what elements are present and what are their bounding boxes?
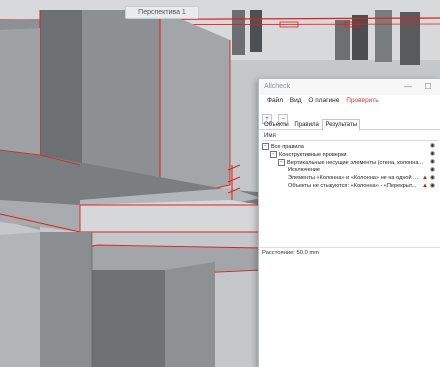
tree-item-group[interactable]: − Конструктивные проверки ◉ <box>270 151 438 158</box>
menu-bar: Файл Вид О плагине Проверить <box>259 95 440 107</box>
tab-strip: Объекты Правила Результаты <box>259 119 440 131</box>
tab-rules[interactable]: Правила <box>292 120 320 130</box>
tab-results[interactable]: Результаты <box>322 119 361 131</box>
tree-item-exclusion[interactable]: Исключение ◉ <box>288 167 438 174</box>
menu-about-plugin[interactable]: О плагине <box>308 97 339 104</box>
distance-status: Расстояние: 50.0 mm <box>259 247 440 258</box>
tree-item-result-1[interactable]: Элементы «Колонна» и «Колонна» не на одн… <box>288 175 438 182</box>
allcheck-window[interactable]: Allcheck — ☐ Файл Вид О плагине Проверит… <box>258 78 440 367</box>
tree-item-result-2[interactable]: Объекты не стыкуются: «Колонна» - «Перек… <box>288 183 438 190</box>
toolbar: + – <box>259 107 440 124</box>
minimize-button[interactable]: — <box>399 79 417 95</box>
eye-icon[interactable]: ◉ <box>429 167 436 174</box>
eye-icon[interactable]: ◉ <box>429 143 436 150</box>
maximize-button[interactable]: ☐ <box>419 79 437 95</box>
tab-objects[interactable]: Объекты <box>262 120 291 130</box>
menu-check[interactable]: Проверить <box>346 97 379 104</box>
menu-file[interactable]: Файл <box>267 97 283 104</box>
viewport-tab-caption[interactable]: Перспектива 1 <box>125 6 199 19</box>
tree-item-root[interactable]: − Все правила ◉ <box>262 143 438 150</box>
warning-icon: ▲ <box>422 175 428 181</box>
eye-icon[interactable]: ◉ <box>429 175 436 182</box>
tree-item-label: Исключение <box>288 167 321 173</box>
tree-item-label: Вертикальные несущие элементы (стена, ко… <box>287 159 424 166</box>
menu-view[interactable]: Вид <box>290 97 302 104</box>
window-title: Allcheck <box>264 83 291 90</box>
cad-viewport[interactable]: Перспектива 1 Allcheck — ☐ Файл Вид О пл… <box>0 0 440 367</box>
collapse-toggle-icon[interactable]: − <box>262 143 269 150</box>
window-titlebar[interactable]: Allcheck — ☐ <box>259 79 440 95</box>
eye-icon[interactable]: ◉ <box>429 159 436 166</box>
results-tree: − Все правила ◉ − Конструктивные проверки … <box>262 142 438 237</box>
tree-item-label: Объекты не стыкуются: «Колонна» - «Перек… <box>288 183 417 189</box>
eye-icon[interactable]: ◉ <box>429 183 436 190</box>
tree-item-label: Конструктивные проверки <box>279 151 347 158</box>
tree-item-rule[interactable]: − Вертикальные несущие элементы (стена, к… <box>278 159 438 166</box>
tree-item-label: Элементы «Колонна» и «Колонна» не на одн… <box>288 175 418 181</box>
collapse-toggle-icon[interactable]: − <box>270 151 277 158</box>
tree-item-label: Все правила <box>271 143 304 150</box>
column-header-name[interactable]: Имя <box>262 132 438 141</box>
collapse-toggle-icon[interactable]: − <box>278 159 285 166</box>
warning-icon: ▲ <box>422 183 428 189</box>
eye-icon[interactable]: ◉ <box>429 151 436 158</box>
